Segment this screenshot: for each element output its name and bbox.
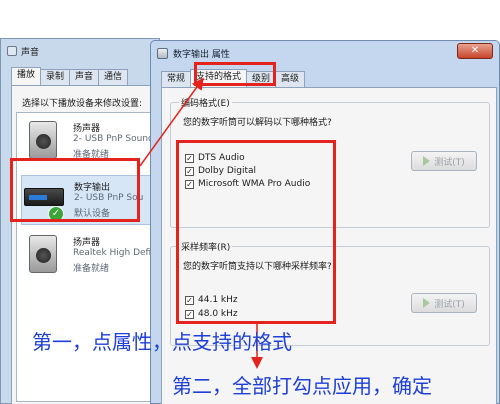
annotation-step1: 第一，点属性，点支持的格式 — [32, 330, 292, 354]
encoding-test-button[interactable]: 测试(T) — [411, 151, 477, 171]
sample-rate-test-button[interactable]: 测试(T) — [411, 293, 477, 313]
device-name: 扬声器 — [73, 238, 101, 248]
sound-tabs: 播放 录制 声音 通信 — [11, 67, 129, 85]
play-icon — [423, 156, 431, 166]
device-sub: 2- USB PnP Sound — [73, 134, 154, 144]
highlight-checkboxes — [176, 140, 336, 324]
tab-sounds[interactable]: 声音 — [69, 69, 100, 85]
play-icon — [423, 298, 431, 308]
device-status: 准备就绪 — [73, 264, 110, 274]
playback-panel: 选择以下播放设备来修改设置: 扬声器 2- USB PnP Sound 准备就绪… — [11, 85, 162, 404]
close-button[interactable]: ✕ — [457, 43, 493, 59]
test-button-label: 测试(T) — [434, 157, 465, 168]
playback-instruction: 选择以下播放设备来修改设置: — [22, 99, 143, 109]
test-button-label: 测试(T) — [434, 299, 465, 310]
sound-window-title: 声音 — [21, 47, 40, 58]
properties-window-title: 数字输出 属性 — [173, 49, 230, 60]
properties-titlebar: 数字输出 属性 — [157, 45, 230, 61]
device-sub: Realtek High Defi — [73, 248, 152, 258]
speaker-icon — [23, 235, 63, 277]
highlight-digital-output — [10, 158, 140, 222]
annotation-step2: 第二，全部打勾点应用，确定 — [172, 374, 432, 398]
encoding-question: 您的数字听筒可以解码以下哪种格式? — [183, 118, 332, 128]
tab-playback[interactable]: 播放 — [11, 67, 42, 85]
device-list: 扬声器 2- USB PnP Sound 准备就绪 ✓ 数字输出 2- USB … — [16, 112, 162, 402]
device-name: 扬声器 — [73, 124, 101, 134]
device-speakers-realtek[interactable]: 扬声器 Realtek High Defi 准备就绪 — [21, 231, 161, 281]
tab-advanced[interactable]: 高级 — [275, 71, 306, 87]
encoding-group-title: 编码格式(E) — [179, 96, 232, 109]
speaker-icon — [23, 121, 63, 163]
sound-icon — [7, 46, 17, 56]
tab-recording[interactable]: 录制 — [40, 69, 71, 85]
window-icon — [157, 47, 168, 59]
sound-window-titlebar: 声音 — [7, 44, 39, 58]
tab-communications[interactable]: 通信 — [98, 69, 129, 85]
highlight-formats-tab — [194, 62, 276, 86]
tab-general[interactable]: 常规 — [161, 71, 192, 87]
